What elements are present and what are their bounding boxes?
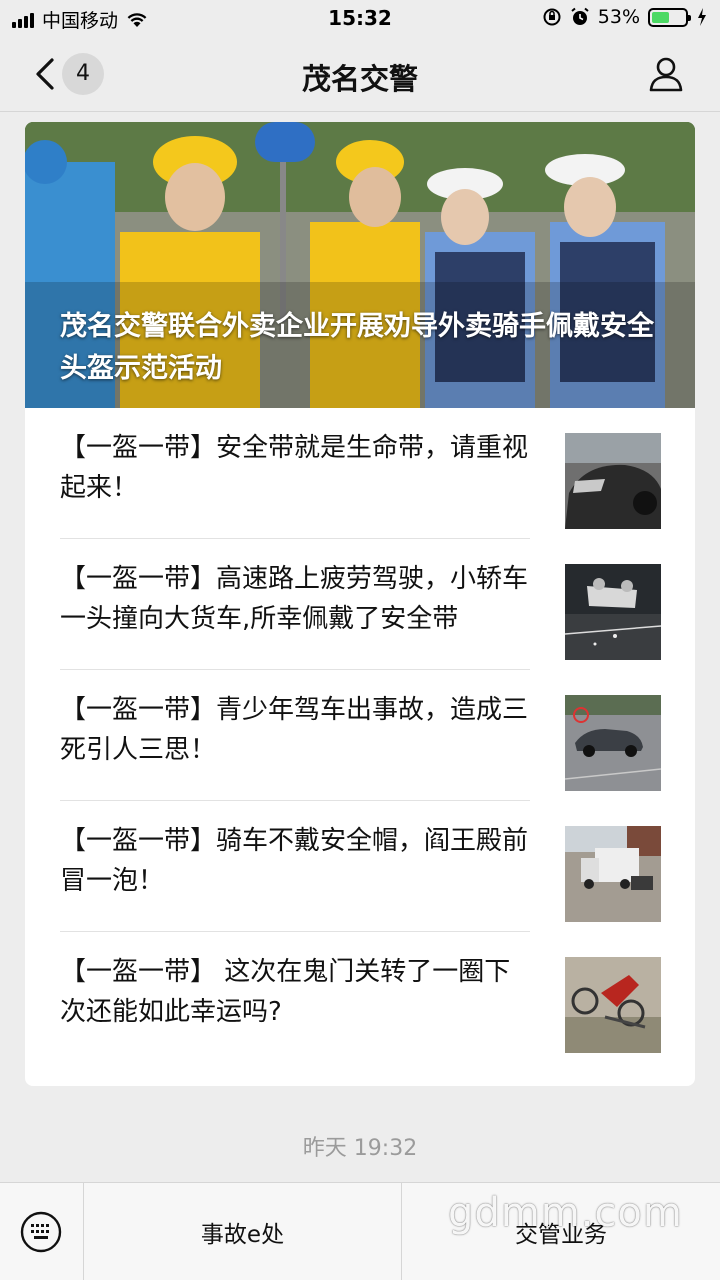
thumbnail-image	[565, 695, 661, 791]
list-item[interactable]: 【一盔一带】安全带就是生命带，请重视起来！	[25, 408, 695, 539]
nav-bar: 4 茂名交警	[0, 36, 720, 112]
list-item-title: 【一盔一带】高速路上疲劳驾驶，小轿车一头撞向大货车,所幸佩戴了安全带	[60, 564, 529, 634]
cover-article[interactable]: 茂名交警联合外卖企业开展劝导外卖骑手佩戴安全头盔示范活动	[25, 122, 695, 408]
profile-icon[interactable]	[648, 54, 684, 94]
article-card: 茂名交警联合外卖企业开展劝导外卖骑手佩戴安全头盔示范活动 【一盔一带】安全带就是…	[25, 122, 695, 1086]
page-title: 茂名交警	[301, 62, 418, 96]
charging-icon	[698, 8, 706, 26]
menu-accident-handling-button[interactable]: 事故e处	[84, 1183, 402, 1280]
battery-percent: 53%	[597, 6, 640, 28]
orientation-lock-icon	[543, 8, 561, 26]
thumbnail-image	[565, 957, 661, 1053]
message-timestamp: 昨天 19:32	[302, 1136, 418, 1161]
list-item[interactable]: 【一盔一带】 这次在鬼门关转了一圈下次还能如此幸运吗?	[25, 932, 695, 1063]
keyboard-toggle-button[interactable]	[0, 1183, 84, 1280]
keyboard-icon	[20, 1211, 62, 1253]
list-item-title: 【一盔一带】 这次在鬼门关转了一圈下次还能如此幸运吗?	[60, 957, 511, 1027]
list-item-title: 【一盔一带】安全带就是生命带，请重视起来！	[60, 433, 529, 503]
article-list: 【一盔一带】安全带就是生命带，请重视起来！ 【一盔一带】高速路上疲劳驾驶，小轿车…	[25, 408, 695, 1063]
cover-title: 茂名交警联合外卖企业开展劝导外卖骑手佩戴安全头盔示范活动	[60, 311, 654, 384]
thumbnail-image	[565, 564, 661, 660]
list-item[interactable]: 【一盔一带】青少年驾车出事故，造成三死引人三思！	[25, 670, 695, 801]
list-item-title: 【一盔一带】青少年驾车出事故，造成三死引人三思！	[60, 695, 529, 765]
list-item-title: 【一盔一带】骑车不戴安全帽，阎王殿前冒一泡！	[60, 826, 529, 896]
alarm-icon	[571, 7, 589, 25]
list-item[interactable]: 【一盔一带】高速路上疲劳驾驶，小轿车一头撞向大货车,所幸佩戴了安全带	[25, 539, 695, 670]
battery-icon	[648, 7, 691, 27]
status-bar: 中国移动 15:32 53%	[0, 0, 720, 36]
thumbnail-image	[565, 826, 661, 922]
list-item[interactable]: 【一盔一带】骑车不戴安全帽，阎王殿前冒一泡！	[25, 801, 695, 932]
thumbnail-image	[565, 433, 661, 529]
watermark-text: gdmm.com	[448, 1190, 683, 1236]
